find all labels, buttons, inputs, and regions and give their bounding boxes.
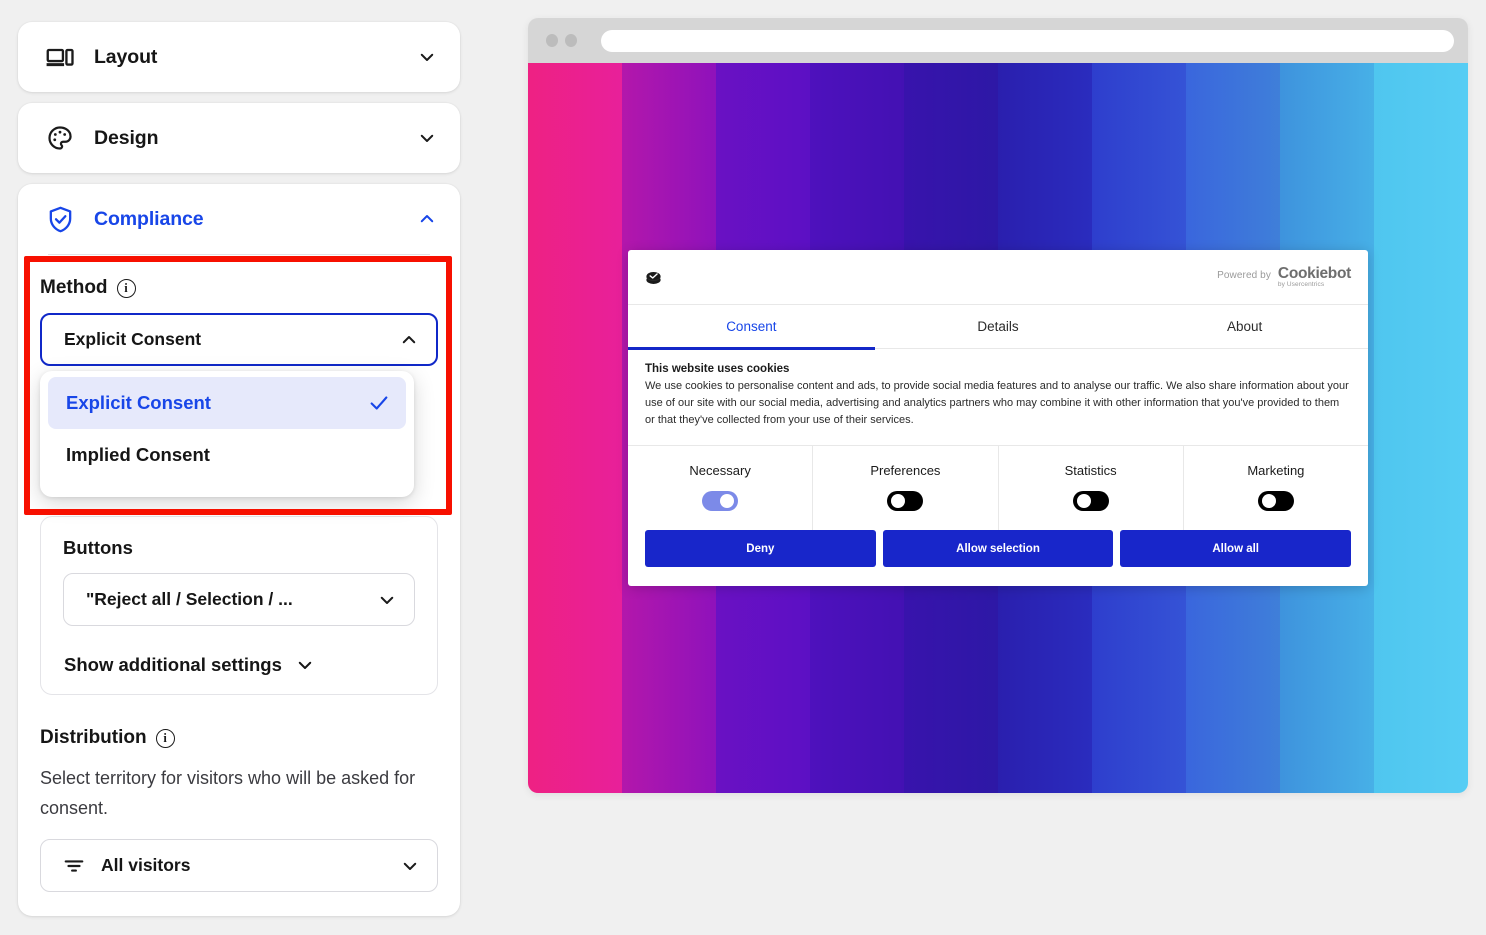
distribution-label-row: Distribution i <box>40 727 438 749</box>
window-controls <box>546 34 577 47</box>
tab-consent[interactable]: Consent <box>628 305 875 350</box>
shield-check-icon <box>45 204 75 234</box>
method-select-value: Explicit Consent <box>64 329 400 350</box>
category-label: Preferences <box>813 463 997 478</box>
show-additional-settings-toggle[interactable]: Show additional settings <box>63 654 415 676</box>
banner-tabs: Consent Details About <box>628 305 1368 349</box>
method-select[interactable]: Explicit Consent <box>40 313 438 366</box>
distribution-select-value: All visitors <box>101 855 401 876</box>
devices-icon <box>45 42 75 72</box>
toggle-knob <box>891 494 905 508</box>
distribution-label: Distribution <box>40 727 147 749</box>
toggle-statistics[interactable] <box>1073 491 1109 511</box>
category-label: Necessary <box>628 463 812 478</box>
gradient-band <box>1374 63 1468 793</box>
palette-icon <box>45 123 75 153</box>
toggle-knob <box>1262 494 1276 508</box>
category-label: Marketing <box>1184 463 1368 478</box>
buttons-select[interactable]: "Reject all / Selection / ... <box>63 573 415 626</box>
compliance-body: Method i Explicit Consent Explicit Conse… <box>18 254 460 916</box>
chevron-up-icon <box>418 210 436 228</box>
method-dropdown-menu: Explicit Consent Implied Consent <box>40 371 414 497</box>
accordion-layout-label: Layout <box>94 46 418 69</box>
chevron-up-icon <box>400 331 418 349</box>
toggle-knob <box>720 494 734 508</box>
category-preferences: Preferences <box>813 446 998 530</box>
window-dot <box>565 34 577 47</box>
tab-details[interactable]: Details <box>875 305 1122 350</box>
info-icon[interactable]: i <box>156 729 175 748</box>
method-option-implied-consent[interactable]: Implied Consent <box>48 429 406 481</box>
cookie-icon <box>644 268 663 287</box>
toggle-necessary[interactable] <box>702 491 738 511</box>
accordion-layout-header[interactable]: Layout <box>18 22 460 92</box>
banner-actions: Deny Allow selection Allow all <box>628 530 1368 586</box>
distribution-description: Select territory for visitors who will b… <box>40 763 438 823</box>
method-option-label: Implied Consent <box>66 444 390 466</box>
cookiebot-brand-name: Cookiebot <box>1278 266 1351 282</box>
accordion-compliance-header[interactable]: Compliance <box>18 184 460 254</box>
filter-icon <box>63 855 85 877</box>
method-label: Method <box>40 277 108 299</box>
buttons-label: Buttons <box>63 537 415 559</box>
allow-selection-button[interactable]: Allow selection <box>883 530 1114 567</box>
deny-button[interactable]: Deny <box>645 530 876 567</box>
banner-preview: Powered by Cookiebot by Usercentrics Con… <box>528 18 1468 793</box>
banner-title: This website uses cookies <box>645 363 1351 375</box>
buttons-card: Buttons "Reject all / Selection / ... Sh… <box>40 516 438 695</box>
divider <box>48 254 430 255</box>
category-label: Statistics <box>999 463 1183 478</box>
settings-sidebar: Layout Design <box>18 22 460 927</box>
consent-categories: Necessary Preferences Statistics Marketi… <box>628 445 1368 530</box>
chevron-down-icon <box>378 591 396 609</box>
distribution-select[interactable]: All visitors <box>40 839 438 892</box>
chevron-down-icon <box>418 129 436 147</box>
accordion-compliance-label: Compliance <box>94 208 418 231</box>
window-dot <box>546 34 558 47</box>
accordion-design-label: Design <box>94 127 418 150</box>
banner-header: Powered by Cookiebot by Usercentrics <box>628 250 1368 305</box>
gradient-band <box>528 63 622 793</box>
buttons-select-value: "Reject all / Selection / ... <box>86 589 378 610</box>
cookiebot-logo: Cookiebot by Usercentrics <box>1278 266 1351 289</box>
category-statistics: Statistics <box>999 446 1184 530</box>
method-option-label: Explicit Consent <box>66 392 368 414</box>
powered-by-block: Powered by Cookiebot by Usercentrics <box>1217 266 1351 289</box>
check-icon <box>368 392 390 414</box>
banner-text: We use cookies to personalise content an… <box>645 378 1351 429</box>
chevron-down-icon <box>418 48 436 66</box>
browser-chrome <box>528 18 1468 63</box>
toggle-preferences[interactable] <box>887 491 923 511</box>
accordion-compliance: Compliance Method i Explicit Consent <box>18 184 460 916</box>
accordion-layout: Layout <box>18 22 460 92</box>
accordion-design-header[interactable]: Design <box>18 103 460 173</box>
allow-all-button[interactable]: Allow all <box>1120 530 1351 567</box>
url-bar[interactable] <box>601 30 1454 52</box>
category-marketing: Marketing <box>1184 446 1368 530</box>
cookie-consent-banner: Powered by Cookiebot by Usercentrics Con… <box>628 250 1368 586</box>
cookiebot-brand-sub: by Usercentrics <box>1278 282 1351 289</box>
chevron-down-icon <box>296 656 314 674</box>
banner-body: This website uses cookies We use cookies… <box>628 349 1368 445</box>
info-icon[interactable]: i <box>117 279 136 298</box>
method-option-explicit-consent[interactable]: Explicit Consent <box>48 377 406 429</box>
category-necessary: Necessary <box>628 446 813 530</box>
tab-about[interactable]: About <box>1121 305 1368 350</box>
accordion-design: Design <box>18 103 460 173</box>
powered-by-label: Powered by <box>1217 266 1271 281</box>
method-label-row: Method i <box>40 277 438 299</box>
preview-canvas: Powered by Cookiebot by Usercentrics Con… <box>528 63 1468 793</box>
show-additional-settings-label: Show additional settings <box>64 654 282 676</box>
chevron-down-icon <box>401 857 419 875</box>
toggle-marketing[interactable] <box>1258 491 1294 511</box>
toggle-knob <box>1077 494 1091 508</box>
app-root: Layout Design <box>0 0 1486 935</box>
